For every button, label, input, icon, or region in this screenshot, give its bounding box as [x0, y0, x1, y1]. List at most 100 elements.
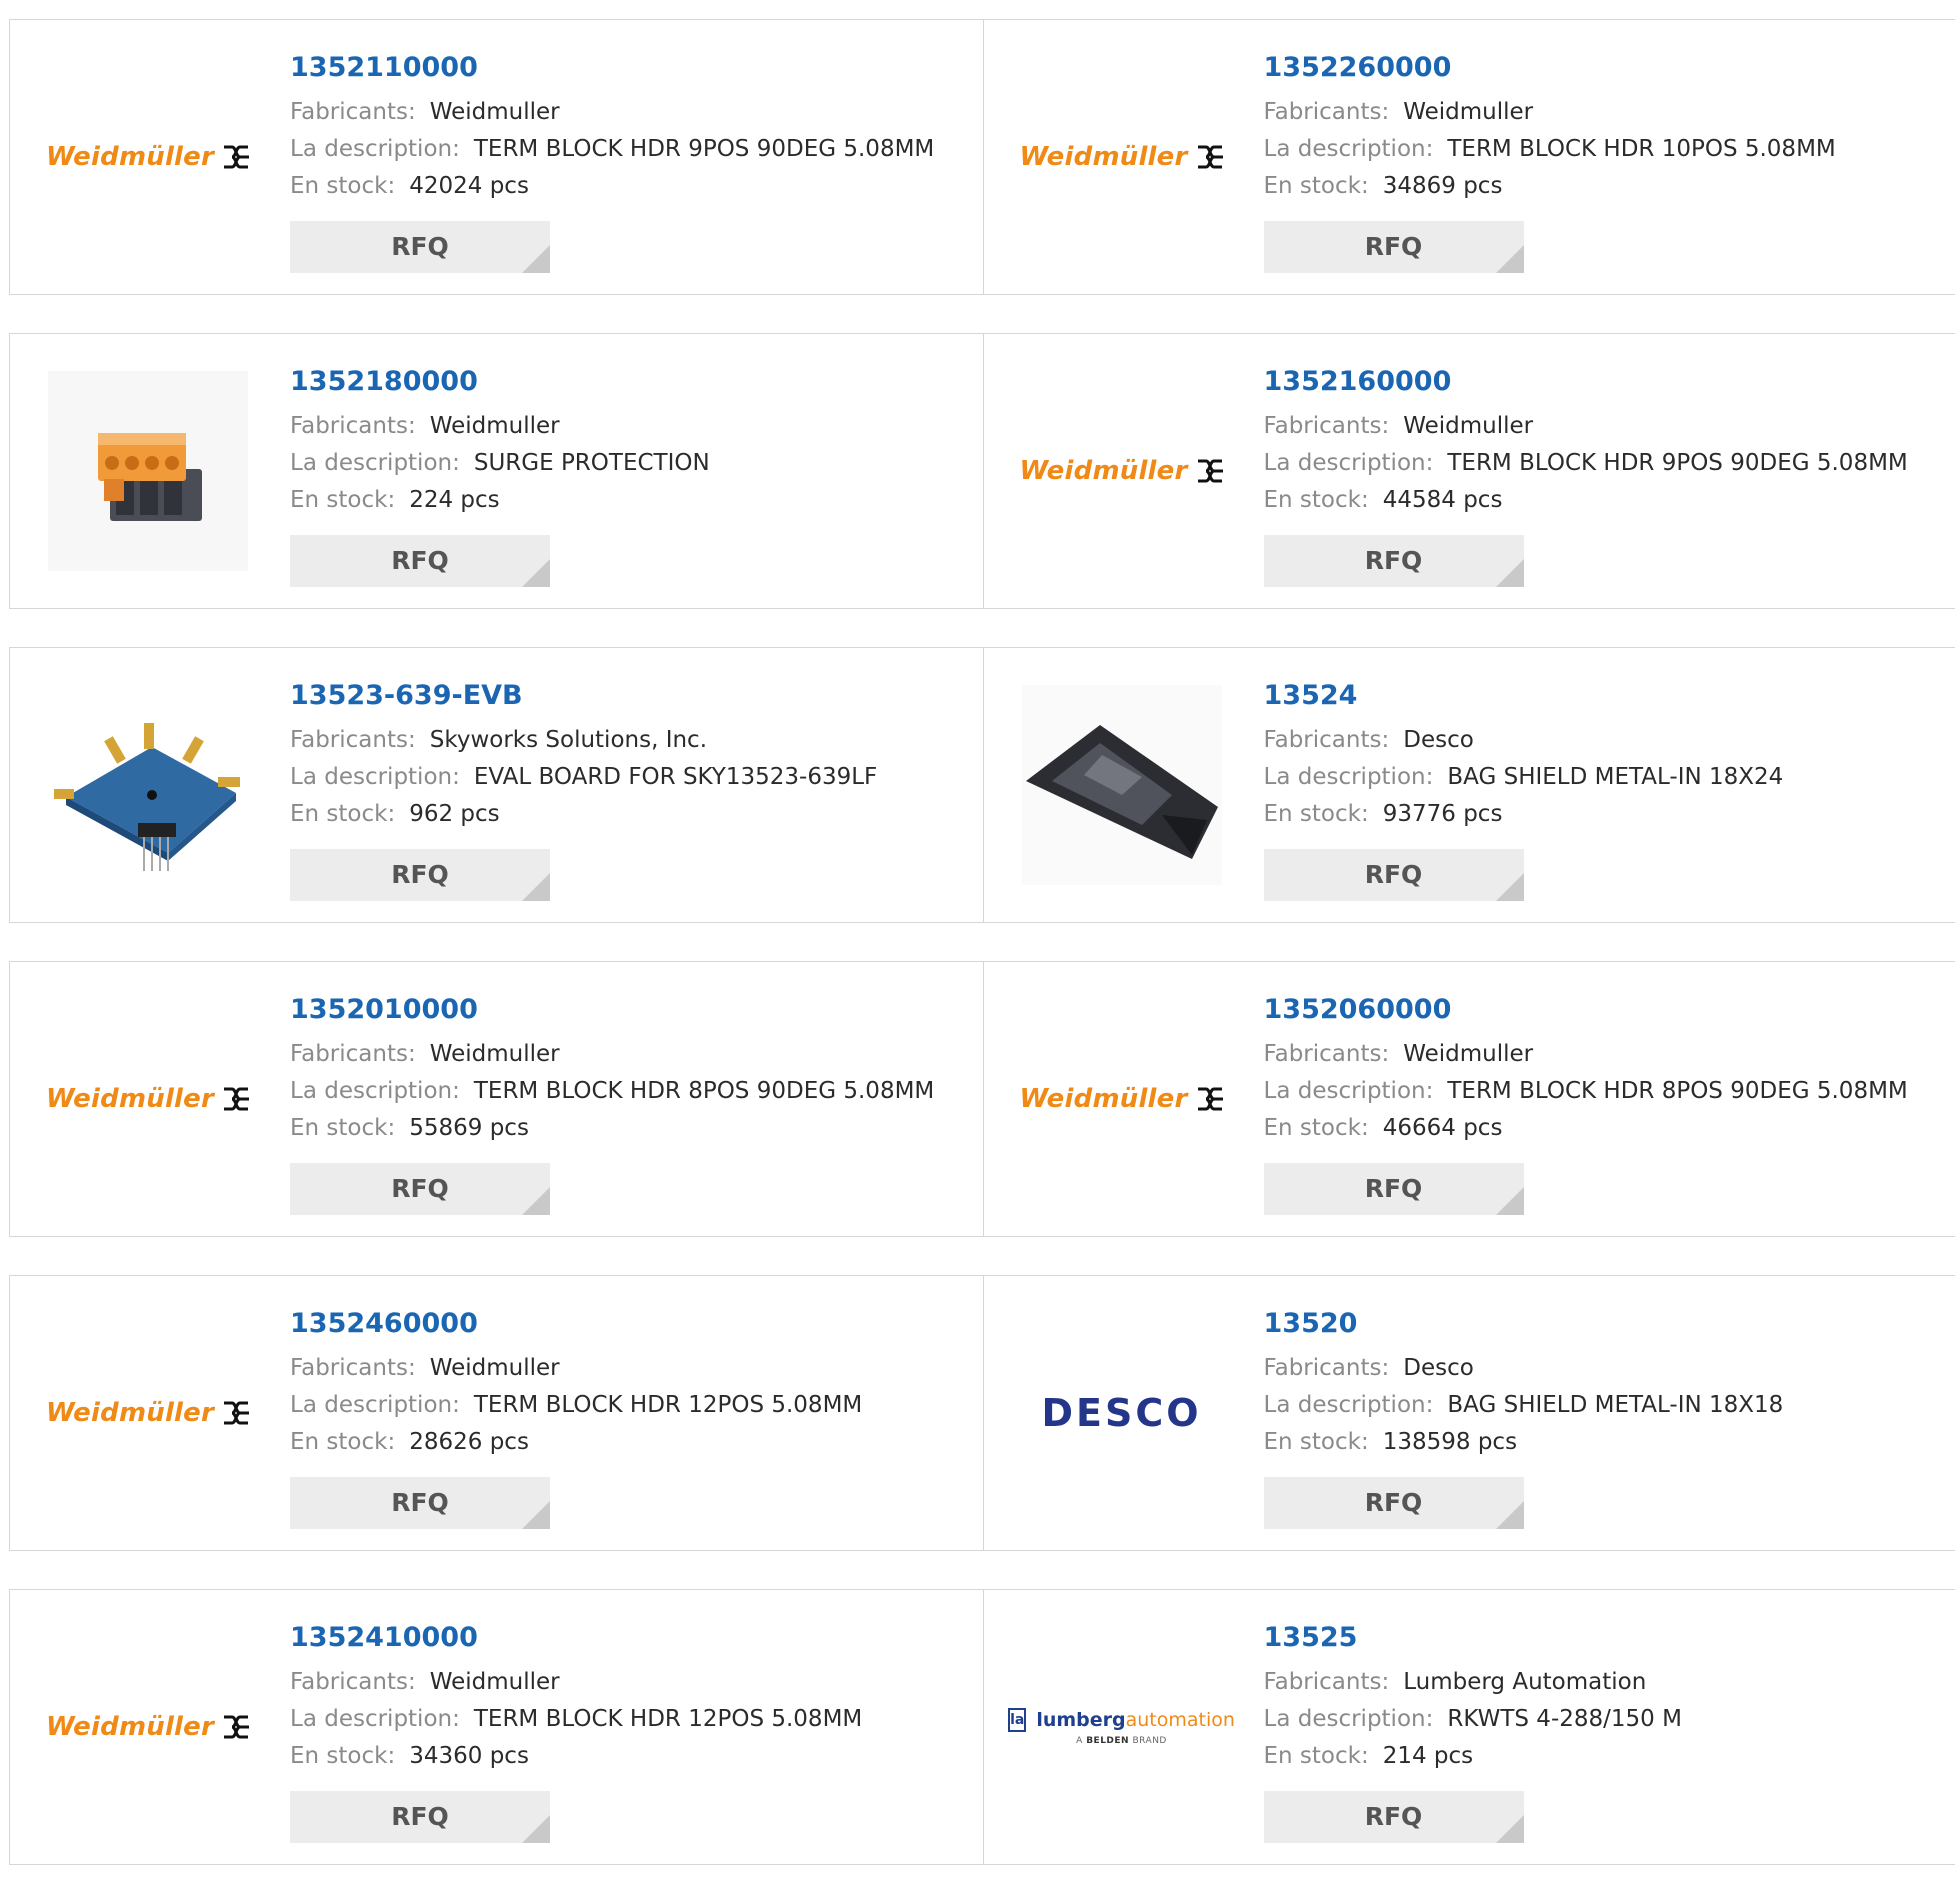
part-number-link[interactable]: 1352060000: [1264, 992, 1908, 1028]
corner-decoration: [522, 1501, 550, 1529]
part-number-link[interactable]: 1352460000: [290, 1306, 862, 1342]
manufacturer-line: Fabricants:Weidmuller: [1264, 1036, 1908, 1073]
rfq-button[interactable]: RFQ: [290, 1791, 550, 1843]
stock-value: 55869 pcs: [409, 1115, 529, 1141]
stock-label: En stock:: [290, 1743, 395, 1769]
part-number-link[interactable]: 1352010000: [290, 992, 934, 1028]
stock-value: 962 pcs: [409, 801, 499, 827]
product-image[interactable]: Weidmüller: [48, 1627, 248, 1827]
stock-line: En stock:962 pcs: [290, 796, 877, 833]
description-line: La description:SURGE PROTECTION: [290, 445, 710, 482]
manufacturer-line: Fabricants: Weidmuller: [290, 1664, 862, 1701]
lumberg-tag-b: BELDEN: [1086, 1736, 1129, 1746]
product-info: 13524 Fabricants:Desco La description:BA…: [1264, 678, 1784, 833]
stock-line: En stock:224 pcs: [290, 482, 710, 519]
rfq-button[interactable]: RFQ: [290, 221, 550, 273]
product-image[interactable]: Weidmüller: [48, 57, 248, 257]
manufacturer-line: Fabricants:Weidmuller: [290, 94, 934, 131]
desco-logo: DESCO: [1041, 1391, 1201, 1435]
description-line: La description:TERM BLOCK HDR 10POS 5.08…: [1264, 131, 1836, 168]
part-number-link[interactable]: 1352180000: [290, 364, 710, 400]
manufacturer-value: Weidmuller: [430, 1669, 560, 1695]
product-card: lalumbergautomationA BELDEN BRAND 13525 …: [983, 1590, 1955, 1864]
rfq-button[interactable]: RFQ: [1264, 535, 1524, 587]
product-image[interactable]: lalumbergautomationA BELDEN BRAND: [1022, 1627, 1222, 1827]
manufacturer-value: Weidmuller: [1403, 413, 1533, 439]
product-info: 1352460000 Fabricants:Weidmuller La desc…: [290, 1306, 862, 1461]
product-info: 1352410000 Fabricants: Weidmuller La desc…: [290, 1620, 862, 1775]
part-number-link[interactable]: 1352260000: [1264, 50, 1836, 86]
description-value: SURGE PROTECTION: [474, 450, 710, 476]
corner-decoration: [1496, 1815, 1524, 1843]
product-image[interactable]: Weidmüller: [1022, 371, 1222, 571]
product-info: 13525 Fabricants:Lumberg Automation La d…: [1264, 1620, 1682, 1775]
product-image[interactable]: Weidmüller: [1022, 57, 1222, 257]
description-label: La description:: [290, 1392, 460, 1418]
part-number-link[interactable]: 1352160000: [1264, 364, 1908, 400]
product-card: 13524 Fabricants:Desco La description:BA…: [983, 648, 1955, 922]
weidmuller-logo-text: Weidmüller: [1019, 142, 1187, 172]
manufacturer-label: Fabricants:: [290, 1669, 416, 1695]
manufacturer-value: Weidmuller: [430, 99, 560, 125]
product-card: Weidmüller 1352160000 Fabricants:Weidmul…: [983, 334, 1955, 608]
weidmuller-logo: Weidmüller: [46, 142, 250, 172]
description-value: BAG SHIELD METAL-IN 18X24: [1447, 764, 1783, 790]
manufacturer-value: Lumberg Automation: [1403, 1669, 1646, 1695]
stock-line: En stock:214 pcs: [1264, 1738, 1682, 1775]
stock-line: En stock:34869 pcs: [1264, 168, 1836, 205]
description-value: TERM BLOCK HDR 8POS 90DEG 5.08MM: [474, 1078, 934, 1104]
rfq-label: RFQ: [1365, 860, 1423, 889]
description-value: RKWTS 4-288/150 M: [1447, 1706, 1682, 1732]
product-card: Weidmüller 1352110000 Fabricants:Weidmul…: [10, 20, 983, 294]
rfq-button[interactable]: RFQ: [1264, 1163, 1524, 1215]
description-value: TERM BLOCK HDR 8POS 90DEG 5.08MM: [1447, 1078, 1907, 1104]
product-image[interactable]: Weidmüller: [48, 999, 248, 1199]
description-label: La description:: [1264, 1706, 1434, 1732]
corner-decoration: [522, 873, 550, 901]
corner-decoration: [1496, 559, 1524, 587]
manufacturer-line: Fabricants:Weidmuller: [290, 1036, 934, 1073]
manufacturer-value: Weidmuller: [430, 1041, 560, 1067]
rfq-button[interactable]: RFQ: [1264, 1791, 1524, 1843]
manufacturer-line: Fabricants:Skyworks Solutions, Inc.: [290, 722, 877, 759]
corner-decoration: [522, 245, 550, 273]
stock-label: En stock:: [1264, 1115, 1369, 1141]
part-number-link[interactable]: 13520: [1264, 1306, 1784, 1342]
product-image[interactable]: Weidmüller: [1022, 999, 1222, 1199]
part-number-link[interactable]: 13523-639-EVB: [290, 678, 877, 714]
product-card: 1352180000 Fabricants:Weidmuller La desc…: [10, 334, 983, 608]
manufacturer-value: Skyworks Solutions, Inc.: [430, 727, 707, 753]
description-line: La description: TERM BLOCK HDR 8POS 90DEG…: [1264, 1073, 1908, 1110]
part-number-link[interactable]: 1352110000: [290, 50, 934, 86]
product-info: 1352260000 Fabricants:Weidmuller La desc…: [1264, 50, 1836, 205]
rfq-button[interactable]: RFQ: [1264, 1477, 1524, 1529]
rfq-button[interactable]: RFQ: [290, 535, 550, 587]
description-label: La description:: [1264, 1078, 1434, 1104]
product-info: 1352110000 Fabricants:Weidmuller La desc…: [290, 50, 934, 205]
part-number-link[interactable]: 13525: [1264, 1620, 1682, 1656]
description-line: La description:TERM BLOCK HDR 8POS 90DEG…: [290, 1073, 934, 1110]
product-card: Weidmüller 1352060000 Fabricants:Weidmul…: [983, 962, 1955, 1236]
description-label: La description:: [290, 1706, 460, 1732]
product-row: 13523-639-EVB Fabricants:Skyworks Soluti…: [9, 647, 1955, 923]
manufacturer-line: Fabricants:Weidmuller: [290, 1350, 862, 1387]
corner-decoration: [522, 1187, 550, 1215]
product-image[interactable]: [1022, 685, 1222, 885]
rfq-button[interactable]: RFQ: [1264, 221, 1524, 273]
part-number-link[interactable]: 1352410000: [290, 1620, 862, 1656]
product-image[interactable]: [48, 371, 248, 571]
product-image[interactable]: Weidmüller: [48, 1313, 248, 1513]
rfq-button[interactable]: RFQ: [290, 1477, 550, 1529]
manufacturer-label: Fabricants:: [290, 1355, 416, 1381]
rfq-button[interactable]: RFQ: [1264, 849, 1524, 901]
product-image[interactable]: [48, 685, 248, 885]
part-number-link[interactable]: 13524: [1264, 678, 1784, 714]
rfq-button[interactable]: RFQ: [290, 849, 550, 901]
stock-line: En stock:34360 pcs: [290, 1738, 862, 1775]
description-value: TERM BLOCK HDR 10POS 5.08MM: [1447, 136, 1835, 162]
product-image[interactable]: DESCO: [1022, 1313, 1222, 1513]
description-label: La description:: [1264, 764, 1434, 790]
rfq-label: RFQ: [391, 232, 449, 261]
product-row: Weidmüller 1352110000 Fabricants:Weidmul…: [9, 19, 1955, 295]
rfq-button[interactable]: RFQ: [290, 1163, 550, 1215]
